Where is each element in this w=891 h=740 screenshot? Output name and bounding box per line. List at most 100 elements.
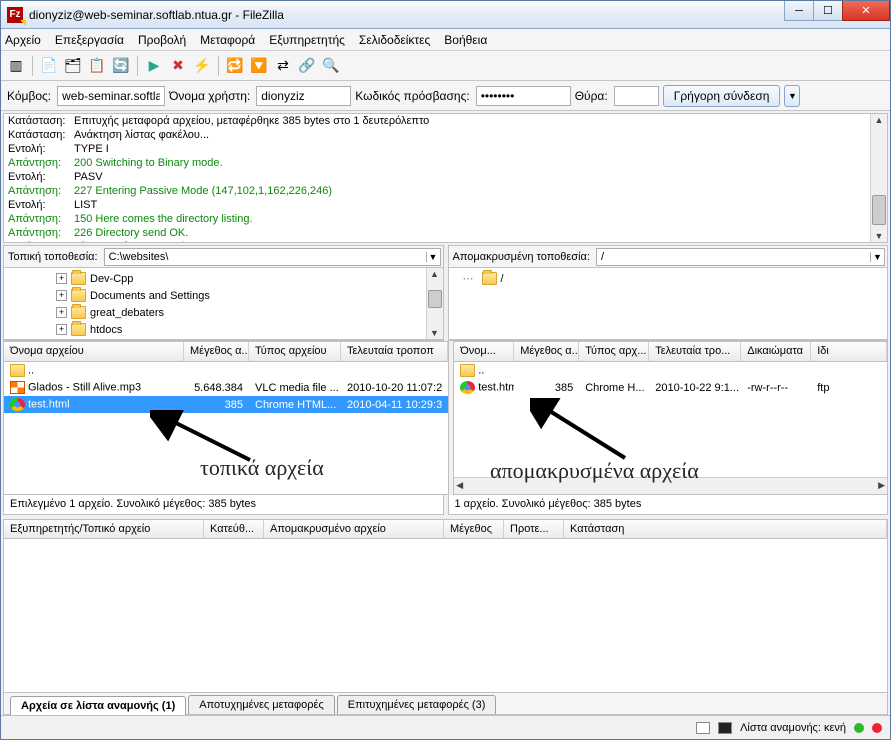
file-icon (10, 381, 25, 394)
menu-file[interactable]: Αρχείο (5, 33, 41, 47)
remote-hscrollbar[interactable] (454, 477, 887, 494)
list-row[interactable]: .. (454, 362, 887, 379)
menu-transfer[interactable]: Μεταφορά (200, 33, 255, 47)
remote-path-label: Απομακρυσμένη τοποθεσία: (449, 251, 594, 263)
local-tree[interactable]: +Dev-Cpp+Documents and Settings+great_de… (4, 268, 443, 340)
tree-item[interactable]: +Documents and Settings (56, 287, 439, 304)
folder-icon (71, 289, 86, 302)
sitemanager-icon[interactable]: ▥ (5, 55, 27, 77)
expand-icon[interactable]: + (56, 307, 67, 318)
queue-tabs: Αρχεία σε λίστα αναμονής (1) Αποτυχημένε… (3, 693, 888, 715)
list-row[interactable]: test.html385Chrome HTML...2010-04-11 10:… (4, 396, 448, 413)
toggle-log-icon[interactable]: 📄 (38, 55, 60, 77)
folder-icon (71, 272, 86, 285)
remote-status: 1 αρχείο. Συνολικό μέγεθος: 385 bytes (448, 495, 889, 515)
local-list-header[interactable]: Όνομα αρχείου Μέγεθος α... Τύπος αρχείου… (4, 342, 448, 362)
file-icon (10, 364, 25, 377)
tree-item[interactable]: +Dev-Cpp (56, 270, 439, 287)
encryption-icon (696, 722, 710, 734)
menubar: Αρχείο Επεξεργασία Προβολή Μεταφορά Εξυπ… (1, 29, 890, 51)
user-label: Όνομα χρήστη: (169, 89, 250, 103)
statusbar: Λίστα αναμονής: κενή (1, 715, 890, 739)
minimize-button[interactable]: ─ (784, 1, 814, 21)
cancel-icon[interactable]: ✖ (167, 55, 189, 77)
process-queue-icon[interactable]: ▶ (143, 55, 165, 77)
folder-icon (71, 323, 86, 336)
remote-pane: Απομακρυσμένη τοποθεσία: / ▼ ⋯ / (448, 245, 889, 341)
menu-view[interactable]: Προβολή (138, 33, 186, 47)
compare-icon[interactable]: ⇄ (272, 55, 294, 77)
file-icon (460, 381, 475, 394)
expand-icon[interactable]: + (56, 273, 67, 284)
host-label: Κόμβος: (7, 89, 51, 103)
close-button[interactable]: ✕ (842, 1, 890, 21)
tree-item[interactable]: +great_debaters (56, 304, 439, 321)
list-row[interactable]: Glados - Still Alive.mp35.648.384VLC med… (4, 379, 448, 396)
log-line: Απάντηση:227 Entering Passive Mode (147,… (4, 184, 887, 198)
log-pane: Κατάσταση:Επιτυχής μεταφορά αρχείου, μετ… (3, 113, 888, 243)
menu-edit[interactable]: Επεξεργασία (55, 33, 124, 47)
queue-body[interactable] (3, 539, 888, 694)
log-line: Κατάσταση:Λίστα φακέλου επιτυχής (4, 240, 887, 243)
menu-server[interactable]: Εξυπηρετητής (269, 33, 345, 47)
local-path-label: Τοπική τοποθεσία: (4, 251, 102, 263)
file-icon (460, 364, 475, 377)
expand-icon[interactable]: + (56, 290, 67, 301)
folder-icon (71, 306, 86, 319)
log-line: Εντολή:PASV (4, 170, 887, 184)
quickconnect-dropdown[interactable]: ▼ (784, 85, 800, 107)
host-input[interactable] (57, 86, 165, 106)
queue-header[interactable]: Εξυπηρετητής/Τοπικό αρχείο Κατεύθ... Απο… (3, 519, 888, 539)
log-line: Εντολή:TYPE I (4, 142, 887, 156)
remote-list-header[interactable]: Όνομ... Μέγεθος α... Τύπος αρχ... Τελευτ… (454, 342, 887, 362)
toggle-queue-icon[interactable]: 📋 (86, 55, 108, 77)
refresh-icon[interactable]: 🔄 (110, 55, 132, 77)
window-title: dionyziz@web-seminar.softlab.ntua.gr - F… (29, 8, 284, 22)
filter-icon[interactable]: 🔽 (248, 55, 270, 77)
log-line: Εντολή:LIST (4, 198, 887, 212)
quickconnect-button[interactable]: Γρήγορη σύνδεση (663, 85, 781, 107)
list-row[interactable]: test.html385Chrome H...2010-10-22 9:1...… (454, 379, 887, 396)
search-icon[interactable]: 🔍 (320, 55, 342, 77)
tab-failed[interactable]: Αποτυχημένες μεταφορές (188, 695, 335, 714)
tab-success[interactable]: Επιτυχημένες μεταφορές (3) (337, 695, 497, 714)
binary-icon (718, 722, 732, 734)
remote-path-input[interactable]: / ▼ (596, 248, 885, 266)
app-icon: Fz (7, 7, 23, 23)
log-line: Απάντηση:150 Here comes the directory li… (4, 212, 887, 226)
port-label: Θύρα: (575, 89, 608, 103)
menu-help[interactable]: Βοήθεια (444, 33, 487, 47)
disconnect-icon[interactable]: ⚡ (191, 55, 213, 77)
tree-item[interactable]: +htdocs (56, 321, 439, 338)
log-line: Απάντηση:200 Switching to Binary mode. (4, 156, 887, 170)
local-tree-scrollbar[interactable] (426, 268, 443, 339)
port-input[interactable] (614, 86, 659, 106)
queue-status-text: Λίστα αναμονής: κενή (740, 722, 846, 734)
toolbar: ▥ 📄 🗂 📋 🔄 ▶ ✖ ⚡ 🔁 🔽 ⇄ 🔗 🔍 (1, 51, 890, 81)
local-pane: Τοπική τοποθεσία: C:\websites\ ▼ +Dev-Cp… (3, 245, 444, 341)
local-filelist: Όνομα αρχείου Μέγεθος α... Τύπος αρχείου… (3, 341, 449, 495)
pass-input[interactable] (476, 86, 571, 106)
log-line: Κατάσταση:Επιτυχής μεταφορά αρχείου, μετ… (4, 114, 887, 128)
user-input[interactable] (256, 86, 351, 106)
list-row[interactable]: .. (4, 362, 448, 379)
titlebar: Fz dionyziz@web-seminar.softlab.ntua.gr … (1, 1, 890, 29)
window-buttons: ─ ☐ ✕ (785, 1, 890, 21)
file-icon (10, 398, 25, 411)
menu-bookmarks[interactable]: Σελιδοδείκτες (359, 33, 430, 47)
expand-icon[interactable]: + (56, 324, 67, 335)
tab-queued[interactable]: Αρχεία σε λίστα αναμονής (1) (10, 696, 186, 715)
sync-icon[interactable]: 🔗 (296, 55, 318, 77)
remote-root[interactable]: ⋯ / (463, 270, 884, 287)
remote-tree[interactable]: ⋯ / (449, 268, 888, 340)
remote-filelist: Όνομ... Μέγεθος α... Τύπος αρχ... Τελευτ… (453, 341, 888, 495)
folder-icon (482, 272, 497, 285)
pass-label: Κωδικός πρόσβασης: (355, 89, 469, 103)
log-line: Κατάσταση:Ανάκτηση λίστας φακέλου... (4, 128, 887, 142)
reconnect-icon[interactable]: 🔁 (224, 55, 246, 77)
maximize-button[interactable]: ☐ (813, 1, 843, 21)
toggle-tree-icon[interactable]: 🗂 (62, 55, 84, 77)
log-scrollbar[interactable] (870, 114, 887, 242)
local-path-input[interactable]: C:\websites\ ▼ (104, 248, 441, 266)
activity-indicator-recv (854, 723, 864, 733)
